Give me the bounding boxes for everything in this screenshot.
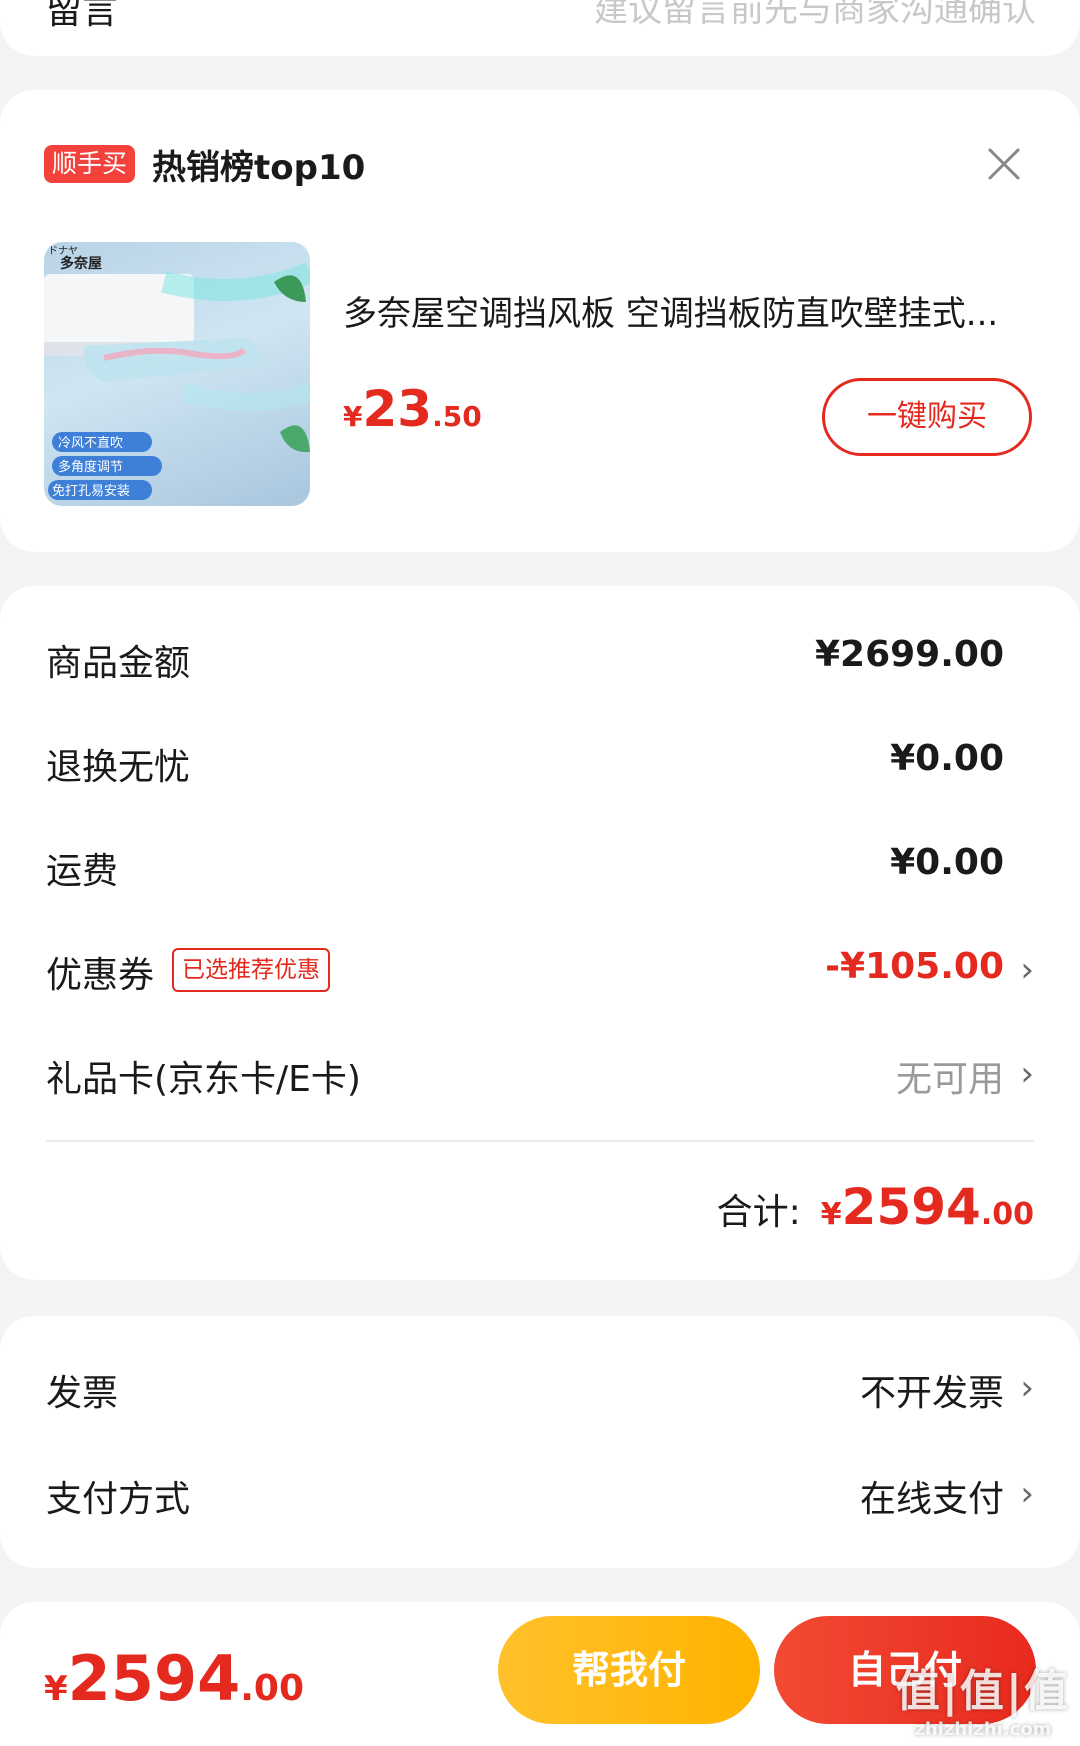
coupon-badge: 已选推荐优惠 [172, 948, 330, 992]
invoice-label: 发票 [46, 1373, 119, 1414]
message-input[interactable]: 建议留言前先与商家沟通确认 [594, 0, 1036, 31]
chevron-right-icon: › [1020, 1474, 1034, 1514]
chevron-right-icon: › [1020, 1054, 1034, 1094]
order-confirm-page: 留言 建议留言前先与商家沟通确认 顺手买 热销榜top10 ドナヤ 多奈屋 冷风… [0, 0, 1080, 1746]
product-image[interactable]: ドナヤ 多奈屋 冷风不直吹 多角度调节 免打孔易安装 [44, 242, 310, 506]
chevron-right-icon: › [1020, 1368, 1034, 1408]
payment-method-label: 支付方式 [46, 1479, 191, 1520]
bottom-price-dec: .00 [240, 1668, 305, 1709]
summary-row-return: 退换无忧 ¥0.00 [46, 732, 1034, 792]
summary-label: 礼品卡(京东卡/E卡) [46, 1059, 361, 1100]
summary-label: 运费 [46, 851, 119, 892]
message-row[interactable]: 留言 建议留言前先与商家沟通确认 [46, 0, 1036, 32]
close-icon[interactable] [986, 146, 1022, 182]
summary-label: 商品金额 [46, 643, 191, 684]
recommend-title: 热销榜top10 [152, 148, 366, 188]
invoice-row[interactable]: 发票 不开发票 › [46, 1358, 1034, 1418]
product-price-int: 23 [362, 380, 433, 438]
message-card: 留言 建议留言前先与商家沟通确认 [0, 0, 1080, 56]
product-feature-3: 免打孔易安装 [52, 484, 130, 499]
invoice-value: 不开发票 [859, 1373, 1004, 1414]
message-label: 留言 [46, 0, 119, 32]
coupon-value: -¥105.00 [825, 946, 1004, 987]
product-name[interactable]: 多奈屋空调挡风板 空调挡板防直吹壁挂式... [343, 286, 1033, 335]
summary-label: 退换无忧 [46, 747, 191, 788]
invoice-payment-card: 发票 不开发票 › 支付方式 在线支付 › [0, 1316, 1080, 1568]
product-illustration: ドナヤ 多奈屋 冷风不直吹 多角度调节 免打孔易安装 [44, 245, 310, 500]
total-row: 合计: ¥2594.00 [717, 1178, 1034, 1238]
product-brand: 多奈屋 [60, 255, 102, 272]
total-label: 合计: [716, 1192, 801, 1233]
summary-row-giftcard[interactable]: 礼品卡(京东卡/E卡) 无可用 › [46, 1044, 1034, 1104]
bottom-price-symbol: ¥ [44, 1669, 68, 1709]
payment-method-value: 在线支付 [859, 1479, 1004, 1520]
one-click-buy-button[interactable]: 一键购买 [822, 378, 1032, 456]
chevron-right-icon: › [1020, 950, 1034, 990]
recommend-tag: 顺手买 [44, 145, 136, 183]
summary-value: ¥2699.00 [814, 634, 1004, 675]
summary-label: 优惠券 [46, 955, 155, 996]
total-symbol: ¥ [820, 1197, 842, 1232]
summary-value: ¥0.00 [890, 738, 1004, 779]
total-int: 2594 [841, 1178, 981, 1236]
summary-row-coupon[interactable]: 优惠券 已选推荐优惠 -¥105.00 › [46, 940, 1034, 1000]
price-summary-card: 商品金额 ¥2699.00 退换无忧 ¥0.00 运费 ¥0.00 优惠券 已选… [0, 586, 1080, 1280]
help-me-pay-button[interactable]: 帮我付 [498, 1616, 760, 1724]
total-dec: .00 [980, 1197, 1034, 1232]
watermark-big: 值|值|值 [895, 1666, 1070, 1717]
payment-method-row[interactable]: 支付方式 在线支付 › [46, 1464, 1034, 1524]
divider [46, 1140, 1034, 1142]
giftcard-value: 无可用 [895, 1059, 1004, 1100]
product-price: ¥23.50 [343, 380, 482, 438]
watermark-small: zhizhizhi.com [914, 1719, 1052, 1740]
product-price-symbol: ¥ [343, 400, 363, 433]
summary-row-shipping: 运费 ¥0.00 [46, 836, 1034, 896]
recommend-card: 顺手买 热销榜top10 ドナヤ 多奈屋 冷风不直吹 多角度调节 免打孔易安装 … [0, 90, 1080, 552]
bottom-price-int: 2594 [67, 1642, 241, 1715]
product-feature-1: 冷风不直吹 [58, 436, 123, 451]
bottom-total-price: ¥2594.00 [44, 1642, 304, 1715]
product-price-dec: .50 [432, 400, 482, 433]
summary-row-goods: 商品金额 ¥2699.00 [46, 628, 1034, 688]
watermark-logo: 值|值|值 zhizhizhi.com [896, 1655, 1070, 1740]
summary-value: ¥0.00 [890, 842, 1004, 883]
product-feature-2: 多角度调节 [58, 459, 123, 475]
